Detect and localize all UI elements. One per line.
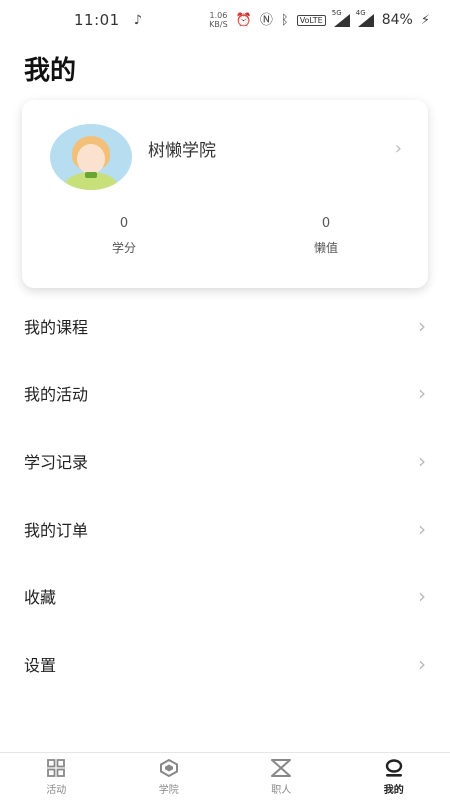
menu-item-my-courses[interactable]: 我的课程 › bbox=[0, 292, 450, 360]
nav-tab-label: 职人 bbox=[271, 785, 292, 796]
tiktok-icon: ♪ bbox=[133, 12, 143, 28]
status-time: 11:01 bbox=[74, 11, 120, 29]
net-speed: 1.06 KB/S bbox=[209, 11, 228, 29]
menu-item-my-orders[interactable]: 我的订单 › bbox=[0, 495, 450, 563]
nav-tab-label: 我的 bbox=[383, 785, 404, 796]
nav-tab-label: 学院 bbox=[158, 785, 179, 796]
menu-item-label: 我的订单 bbox=[24, 520, 89, 540]
nav-tab-mine[interactable]: 我的 bbox=[338, 757, 450, 796]
credits-value: 0 bbox=[119, 216, 129, 231]
hexagon-icon bbox=[158, 757, 180, 779]
menu-item-label: 设置 bbox=[24, 655, 57, 675]
profile-card[interactable]: 树懒学院 › 0 学分 0 懒值 bbox=[22, 100, 428, 288]
user-ring-icon bbox=[383, 757, 405, 779]
nav-tab-academy[interactable]: 学院 bbox=[113, 757, 225, 796]
menu-item-label: 我的课程 bbox=[24, 317, 89, 337]
menu-item-label: 学习记录 bbox=[24, 452, 89, 472]
profile-name: 树懒学院 bbox=[148, 141, 216, 161]
menu-item-settings[interactable]: 设置 › bbox=[0, 630, 450, 698]
stat-credits[interactable]: 0 学分 bbox=[84, 216, 164, 256]
lazy-points-label: 懒值 bbox=[313, 241, 338, 255]
menu-item-favorites[interactable]: 收藏 › bbox=[0, 562, 450, 630]
nav-tab-professionals[interactable]: 职人 bbox=[225, 757, 337, 796]
signal-icon-2: 4G bbox=[356, 9, 374, 27]
avatar[interactable] bbox=[50, 124, 132, 190]
battery-percent: 84% bbox=[381, 12, 413, 28]
lazy-points-value: 0 bbox=[321, 216, 331, 231]
menu-item-label: 收藏 bbox=[24, 588, 57, 608]
volte-badge: VoLTE bbox=[296, 14, 326, 26]
alarm-icon: ⏰ bbox=[235, 12, 252, 28]
bluetooth-icon: ᛒ bbox=[280, 12, 289, 28]
chevron-right-icon: › bbox=[394, 138, 402, 159]
chevron-right-icon: › bbox=[418, 651, 426, 676]
signal-icon: 5G bbox=[332, 9, 350, 27]
chevron-right-icon: › bbox=[418, 516, 426, 541]
menu-item-my-activities[interactable]: 我的活动 › bbox=[0, 360, 450, 428]
status-bar: 11:01 ♪ 1.06 KB/S ⏰ Ⓝ ᛒ VoLTE 5G 4G 84% … bbox=[0, 0, 450, 40]
menu-item-label: 我的活动 bbox=[24, 385, 89, 405]
nfc-icon: Ⓝ bbox=[259, 12, 273, 28]
chevron-right-icon: › bbox=[418, 313, 426, 338]
nav-tab-label: 活动 bbox=[46, 785, 67, 796]
hourglass-icon bbox=[270, 757, 292, 779]
menu-item-study-records[interactable]: 学习记录 › bbox=[0, 427, 450, 495]
charging-icon: ⚡ bbox=[420, 12, 430, 28]
nav-tab-activities[interactable]: 活动 bbox=[0, 757, 112, 796]
chevron-right-icon: › bbox=[418, 584, 426, 609]
page-title: 我的 bbox=[24, 56, 77, 86]
menu-list: 我的课程 › 我的活动 › 学习记录 › 我的订单 › 收藏 › 设置 › bbox=[0, 292, 450, 698]
stat-lazy-points[interactable]: 0 懒值 bbox=[286, 216, 366, 256]
credits-label: 学分 bbox=[111, 241, 136, 255]
chevron-right-icon: › bbox=[418, 381, 426, 406]
grid-icon bbox=[46, 757, 66, 779]
bottom-nav: 活动 学院 职人 我的 bbox=[0, 752, 450, 800]
chevron-right-icon: › bbox=[418, 448, 426, 473]
